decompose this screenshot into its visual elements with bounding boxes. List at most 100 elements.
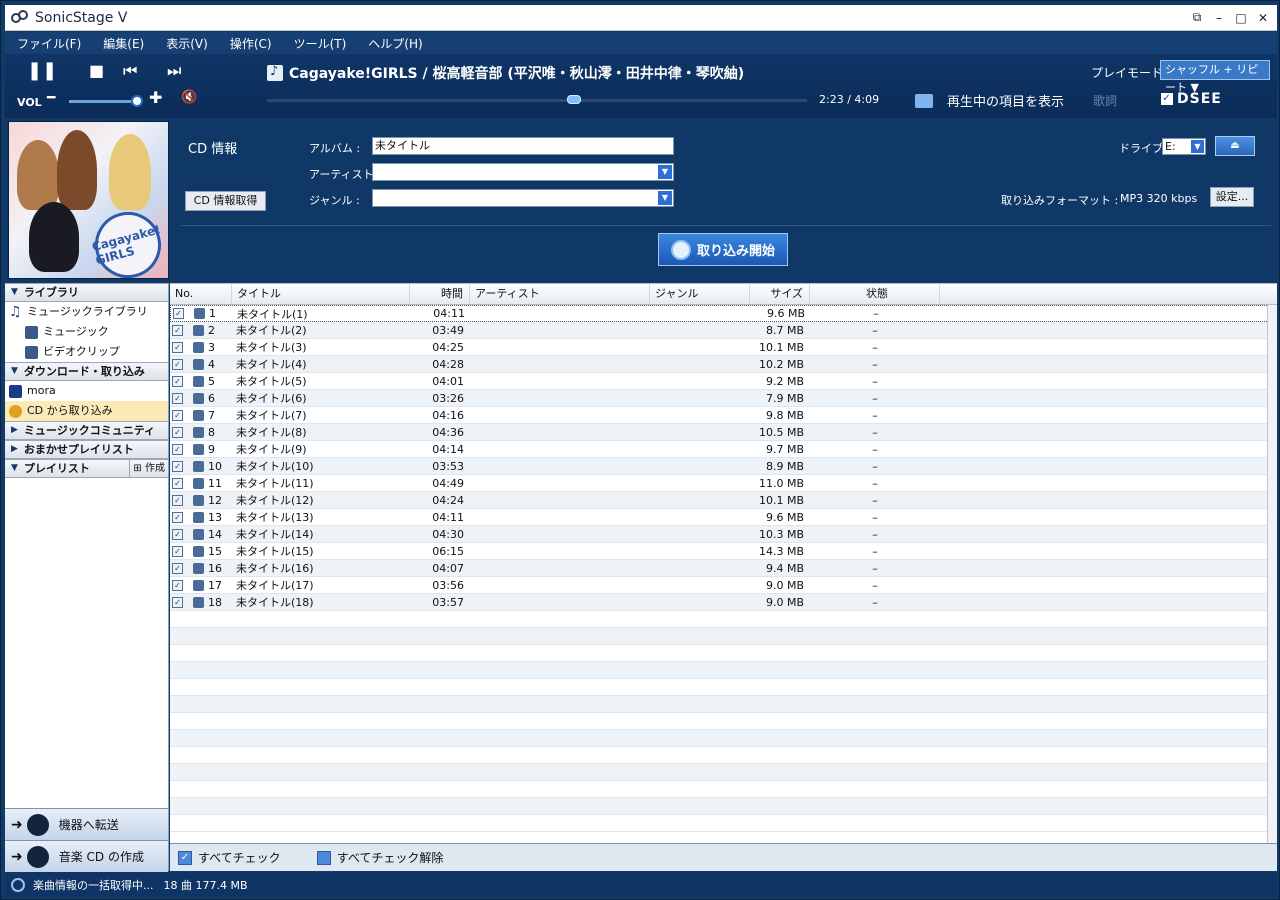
artist-select[interactable]: ▼ xyxy=(372,163,674,181)
column-header-size[interactable]: サイズ xyxy=(750,284,810,304)
table-row[interactable]: ✓ 2 未タイトル(2) 03:49 8.7 MB – xyxy=(170,322,1277,339)
volume-slider-knob[interactable] xyxy=(131,95,143,107)
checkbox-checked-icon[interactable]: ✓ xyxy=(178,850,192,865)
track-checkbox[interactable]: ✓ xyxy=(172,375,183,387)
track-checkbox[interactable]: ✓ xyxy=(172,426,183,438)
track-checkbox[interactable]: ✓ xyxy=(172,409,183,421)
sidebar-item-mora[interactable]: mora xyxy=(5,381,168,401)
sidebar-head-library[interactable]: ▼ ライブラリ xyxy=(5,283,168,302)
table-row[interactable]: ✓ 3 未タイトル(3) 04:25 10.1 MB – xyxy=(170,339,1277,356)
table-row[interactable]: ✓ 15 未タイトル(15) 06:15 14.3 MB – xyxy=(170,543,1277,560)
drive-select[interactable]: E: ▼ xyxy=(1162,138,1206,155)
seek-bar-track[interactable] xyxy=(267,99,807,102)
playmode-select[interactable]: シャッフル + リピート ▼ xyxy=(1160,60,1270,94)
volume-up-icon[interactable]: ✚ xyxy=(149,88,162,107)
track-checkbox[interactable]: ✓ xyxy=(172,596,183,608)
restore-mini-icon[interactable]: ⧉ xyxy=(1189,10,1205,26)
track-checkbox[interactable]: ✓ xyxy=(172,460,183,472)
column-header-artist[interactable]: アーティスト xyxy=(470,284,650,304)
track-checkbox[interactable]: ✓ xyxy=(172,358,183,370)
sidebar-item-music[interactable]: ミュージック xyxy=(5,322,168,342)
sidebar-item-video[interactable]: ビデオクリップ xyxy=(5,342,168,362)
chevron-down-icon[interactable]: ▼ xyxy=(1191,140,1204,153)
track-title[interactable]: 未タイトル(6) xyxy=(232,390,410,406)
menu-edit[interactable]: 編集(E) xyxy=(103,35,144,52)
genre-select[interactable]: ▼ xyxy=(372,189,674,207)
close-button[interactable]: ✕ xyxy=(1255,10,1271,26)
track-checkbox[interactable]: ✓ xyxy=(172,579,183,591)
track-title[interactable]: 未タイトル(9) xyxy=(232,441,410,457)
previous-button[interactable]: ⏮ xyxy=(123,61,137,81)
album-input[interactable]: 未タイトル xyxy=(372,137,674,155)
sidebar-head-community[interactable]: ▶ ミュージックコミュニティ xyxy=(5,421,168,440)
sidebar-head-download[interactable]: ▼ ダウンロード・取り込み xyxy=(5,362,168,381)
track-checkbox[interactable]: ✓ xyxy=(172,545,183,557)
table-row[interactable]: ✓ 12 未タイトル(12) 04:24 10.1 MB – xyxy=(170,492,1277,509)
track-checkbox[interactable]: ✓ xyxy=(172,392,183,404)
chevron-down-icon[interactable]: ▼ xyxy=(658,165,672,179)
dsee-checkbox-icon[interactable]: ✓ xyxy=(1161,93,1173,105)
sidebar-head-playlist[interactable]: ▼ プレイリスト ⊞ 作成 xyxy=(5,459,168,478)
uncheck-all-button[interactable]: すべてチェック解除 xyxy=(316,849,443,866)
lyrics-button[interactable]: 歌詞 xyxy=(1093,92,1117,109)
show-playing-button[interactable]: 再生中の項目を表示 xyxy=(915,91,1064,110)
seek-bar-knob[interactable] xyxy=(567,95,581,104)
table-row[interactable]: ✓ 14 未タイトル(14) 04:30 10.3 MB – xyxy=(170,526,1277,543)
track-title[interactable]: 未タイトル(12) xyxy=(232,492,410,508)
column-header-title[interactable]: タイトル xyxy=(232,284,410,304)
table-row[interactable]: ✓ 7 未タイトル(7) 04:16 9.8 MB – xyxy=(170,407,1277,424)
track-title[interactable]: 未タイトル(3) xyxy=(232,339,410,355)
eject-button[interactable]: ⏏ xyxy=(1215,136,1255,156)
table-row[interactable]: ✓ 9 未タイトル(9) 04:14 9.7 MB – xyxy=(170,441,1277,458)
stop-button[interactable]: ■ xyxy=(89,61,104,80)
menu-help[interactable]: ヘルプ(H) xyxy=(368,35,422,52)
start-rip-button[interactable]: 取り込み開始 xyxy=(658,233,788,266)
menu-tools[interactable]: ツール(T) xyxy=(294,35,347,52)
column-header-no[interactable]: No. xyxy=(170,284,232,304)
table-row[interactable]: ✓ 1 未タイトル(1) 04:11 9.6 MB – xyxy=(170,305,1277,322)
track-checkbox[interactable]: ✓ xyxy=(172,511,183,523)
table-row[interactable]: ✓ 6 未タイトル(6) 03:26 7.9 MB – xyxy=(170,390,1277,407)
format-settings-button[interactable]: 設定... xyxy=(1210,187,1254,207)
track-title[interactable]: 未タイトル(7) xyxy=(232,407,410,423)
table-row[interactable]: ✓ 16 未タイトル(16) 04:07 9.4 MB – xyxy=(170,560,1277,577)
dsee-toggle[interactable]: ✓ DSEE xyxy=(1161,91,1222,107)
column-header-genre[interactable]: ジャンル xyxy=(650,284,750,304)
make-audio-cd-button[interactable]: ➜ 音楽 CD の作成 xyxy=(5,840,168,872)
sidebar-head-omakase[interactable]: ▶ おまかせプレイリスト xyxy=(5,440,168,459)
track-title[interactable]: 未タイトル(10) xyxy=(232,458,410,474)
track-checkbox[interactable]: ✓ xyxy=(172,528,183,540)
track-title[interactable]: 未タイトル(17) xyxy=(232,577,410,593)
volume-slider-track[interactable] xyxy=(69,100,139,103)
table-row[interactable]: ✓ 10 未タイトル(10) 03:53 8.9 MB – xyxy=(170,458,1277,475)
track-title[interactable]: 未タイトル(1) xyxy=(233,306,411,322)
table-row[interactable]: ✓ 11 未タイトル(11) 04:49 11.0 MB – xyxy=(170,475,1277,492)
track-title[interactable]: 未タイトル(2) xyxy=(232,322,410,338)
volume-down-icon[interactable]: ━ xyxy=(47,90,55,106)
sidebar-item-music-library[interactable]: ♫ ミュージックライブラリ xyxy=(5,302,168,322)
track-title[interactable]: 未タイトル(8) xyxy=(232,424,410,440)
table-row[interactable]: ✓ 13 未タイトル(13) 04:11 9.6 MB – xyxy=(170,509,1277,526)
track-checkbox[interactable]: ✓ xyxy=(172,324,183,336)
mute-icon[interactable]: 🔇 xyxy=(181,90,197,105)
track-title[interactable]: 未タイトル(11) xyxy=(232,475,410,491)
track-title[interactable]: 未タイトル(18) xyxy=(232,594,410,610)
create-playlist-button[interactable]: ⊞ 作成 xyxy=(129,460,168,478)
pause-button[interactable]: ❚❚ xyxy=(27,60,57,81)
transfer-to-device-button[interactable]: ➜ 機器へ転送 xyxy=(5,808,168,840)
checkbox-clear-icon[interactable] xyxy=(316,850,331,865)
track-checkbox[interactable]: ✓ xyxy=(172,477,183,489)
column-header-time[interactable]: 時間 xyxy=(410,284,470,304)
table-row[interactable]: ✓ 5 未タイトル(5) 04:01 9.2 MB – xyxy=(170,373,1277,390)
track-checkbox[interactable]: ✓ xyxy=(172,443,183,455)
track-checkbox[interactable]: ✓ xyxy=(172,341,183,353)
column-header-status[interactable]: 状態 xyxy=(810,284,940,304)
track-title[interactable]: 未タイトル(14) xyxy=(232,526,410,542)
menu-file[interactable]: ファイル(F) xyxy=(17,35,81,52)
menu-view[interactable]: 表示(V) xyxy=(166,35,208,52)
menu-control[interactable]: 操作(C) xyxy=(230,35,272,52)
table-row[interactable]: ✓ 18 未タイトル(18) 03:57 9.0 MB – xyxy=(170,594,1277,611)
maximize-button[interactable]: □ xyxy=(1233,10,1249,26)
minimize-button[interactable]: – xyxy=(1211,10,1227,26)
cd-info-fetch-button[interactable]: CD 情報取得 xyxy=(185,191,266,211)
